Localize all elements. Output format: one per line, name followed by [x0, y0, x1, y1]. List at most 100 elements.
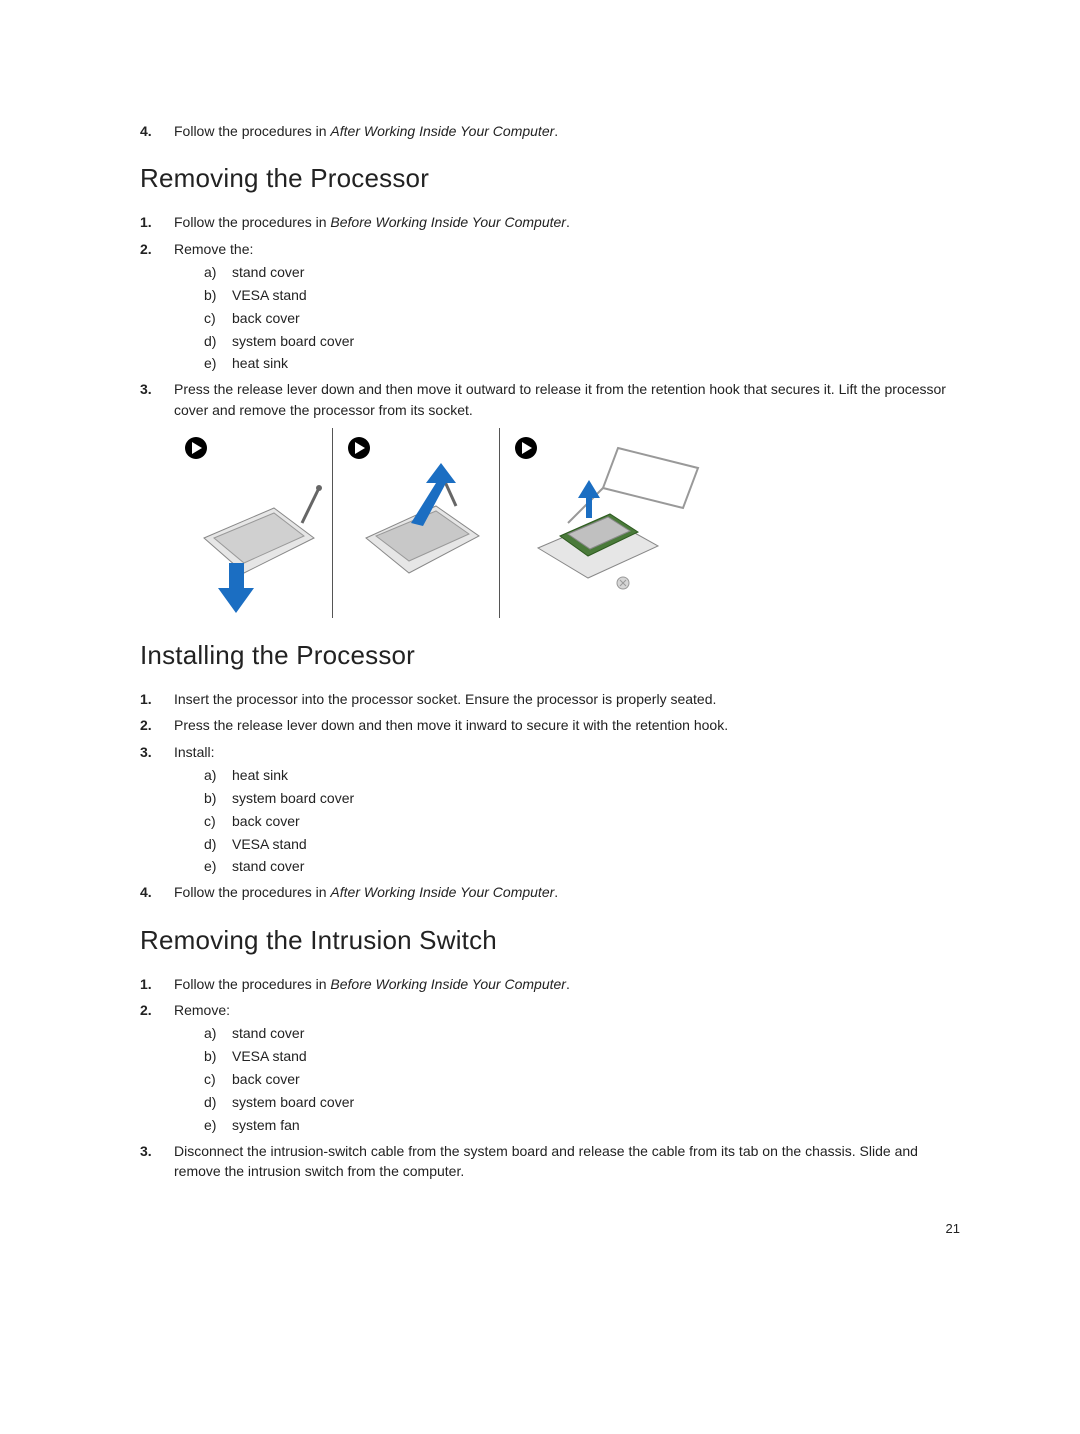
sub-text: stand cover — [232, 264, 304, 280]
list-marker: 3. — [140, 379, 162, 399]
sub-text: back cover — [232, 1071, 300, 1087]
reference-link: After Working Inside Your Computer — [330, 123, 554, 139]
sub-text: heat sink — [232, 355, 288, 371]
step-text: Press the release lever down and then mo… — [174, 717, 728, 733]
sub-text: system board cover — [232, 790, 354, 806]
step-text: Follow the procedures in — [174, 123, 330, 139]
figure-separator — [332, 428, 333, 618]
list-marker: 2. — [140, 715, 162, 735]
sub-marker: e) — [204, 1116, 216, 1135]
list-item: 2. Remove: a) stand cover b)VESA stand c)… — [140, 1000, 960, 1135]
list-marker: 1. — [140, 212, 162, 232]
figure-panel-1 — [174, 428, 324, 618]
sub-marker: d) — [204, 332, 216, 351]
sub-list-item: b) VESA stand — [204, 286, 960, 305]
list-marker: 1. — [140, 974, 162, 994]
step-text-after: . — [566, 976, 570, 992]
sub-text: back cover — [232, 813, 300, 829]
sub-list: a) heat sink b) system board cover c) back … — [204, 766, 960, 876]
sub-list-item: a) stand cover — [204, 263, 960, 282]
section-heading: Installing the Processor — [140, 640, 960, 671]
step-text: Install: — [174, 744, 214, 760]
sub-marker: a) — [204, 766, 216, 785]
reference-link: Before Working Inside Your Computer — [330, 976, 566, 992]
step-text-after: . — [554, 884, 558, 900]
sub-list-item: a) heat sink — [204, 766, 960, 785]
sub-marker: e) — [204, 857, 216, 876]
sub-text: VESA stand — [232, 836, 307, 852]
sub-text: VESA stand — [232, 287, 307, 303]
sub-list-item: b) system board cover — [204, 789, 960, 808]
sub-marker: a) — [204, 263, 216, 282]
sub-marker: c) — [204, 309, 216, 328]
sub-text: stand cover — [232, 858, 304, 874]
sub-marker: d) — [204, 1093, 216, 1112]
sub-list-item: d) VESA stand — [204, 835, 960, 854]
list-item: 1. Follow the procedures in Before Worki… — [140, 212, 960, 232]
sub-list-item: c) back cover — [204, 1070, 960, 1089]
sub-text: system board cover — [232, 1094, 354, 1110]
step-text: Remove: — [174, 1002, 230, 1018]
step-text: Insert the processor into the processor … — [174, 691, 716, 707]
processor-removal-figure — [174, 428, 960, 618]
section-heading: Removing the Processor — [140, 163, 960, 194]
list-item: 1. Insert the processor into the process… — [140, 689, 960, 709]
step-text: Disconnect the intrusion-switch cable fr… — [174, 1143, 918, 1179]
sub-marker: c) — [204, 1070, 216, 1089]
step-text: Remove the: — [174, 241, 253, 257]
sub-marker: a) — [204, 1024, 216, 1043]
sub-list-item: b)VESA stand — [204, 1047, 960, 1066]
sub-list-item: c) back cover — [204, 309, 960, 328]
list-marker: 4. — [140, 121, 162, 141]
step-text: Follow the procedures in — [174, 976, 330, 992]
sub-list-item: c) back cover — [204, 812, 960, 831]
list-marker: 2. — [140, 239, 162, 259]
sub-text: system fan — [232, 1117, 300, 1133]
sub-marker: c) — [204, 812, 216, 831]
step-text: Follow the procedures in — [174, 214, 330, 230]
sub-list-item: a) stand cover — [204, 1024, 960, 1043]
list-marker: 2. — [140, 1000, 162, 1020]
sub-text: system board cover — [232, 333, 354, 349]
step-text: Press the release lever down and then mo… — [174, 381, 946, 417]
sub-list-item: d) system board cover — [204, 1093, 960, 1112]
reference-link: After Working Inside Your Computer — [330, 884, 554, 900]
sub-text: stand cover — [232, 1025, 304, 1041]
sub-list: a)stand cover b)VESA stand c)back cover … — [204, 263, 960, 373]
figure-panel-3 — [508, 428, 718, 618]
sub-marker: e) — [204, 354, 216, 373]
sub-text: back cover — [232, 310, 300, 326]
step-text-after: . — [554, 123, 558, 139]
section3-steps: 1. Follow the procedures in Before Worki… — [140, 974, 960, 1182]
sub-text: heat sink — [232, 767, 288, 783]
list-marker: 4. — [140, 882, 162, 902]
step-text: Follow the procedures in — [174, 884, 330, 900]
sub-marker: b) — [204, 789, 216, 808]
list-item: 1. Follow the procedures in Before Worki… — [140, 974, 960, 994]
sub-list-item: d) system board cover — [204, 332, 960, 351]
section2-steps: 1. Insert the processor into the process… — [140, 689, 960, 903]
list-marker: 3. — [140, 742, 162, 762]
list-marker: 1. — [140, 689, 162, 709]
sub-list: a)stand cover b)VESA stand c)back cover … — [204, 1024, 960, 1134]
figure-separator — [499, 428, 500, 618]
page-number: 21 — [140, 1221, 960, 1236]
figure-panel-2 — [341, 428, 491, 618]
list-item: 3. Disconnect the intrusion-switch cable… — [140, 1141, 960, 1182]
list-item: 2. Press the release lever down and then… — [140, 715, 960, 735]
list-item: 4. Follow the procedures in After Workin… — [140, 121, 960, 141]
top-step-list: 4. Follow the procedures in After Workin… — [140, 121, 960, 141]
list-marker: 3. — [140, 1141, 162, 1161]
sub-list-item: e) stand cover — [204, 857, 960, 876]
list-item: 4. Follow the procedures in After Workin… — [140, 882, 960, 902]
reference-link: Before Working Inside Your Computer — [330, 214, 566, 230]
page: 4. Follow the procedures in After Workin… — [0, 0, 1080, 1296]
list-item: 2. Remove the: a) stand cover b) VESA stan… — [140, 239, 960, 374]
sub-marker: b) — [204, 286, 216, 305]
step-text-after: . — [566, 214, 570, 230]
section1-steps: 1. Follow the procedures in Before Worki… — [140, 212, 960, 420]
list-item: 3. Install: a) heat sink b) system board c… — [140, 742, 960, 877]
sub-list-item: e) heat sink — [204, 354, 960, 373]
sub-list-item: e) system fan — [204, 1116, 960, 1135]
sub-marker: d) — [204, 835, 216, 854]
